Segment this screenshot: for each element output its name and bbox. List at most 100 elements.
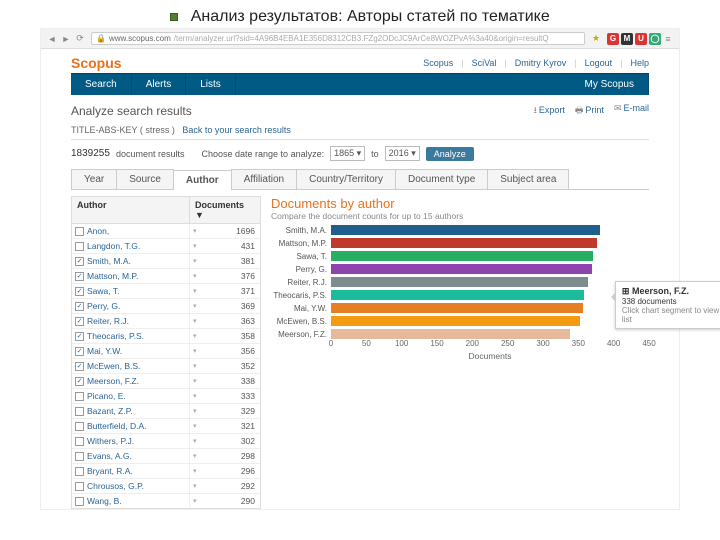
author-name[interactable]: Langdon, T.G. bbox=[87, 241, 140, 251]
author-name[interactable]: Mai, Y.W. bbox=[87, 346, 122, 356]
table-row[interactable]: Anon,▾1696 bbox=[72, 224, 260, 239]
chevron-down-icon[interactable]: ▾ bbox=[193, 317, 197, 325]
bar-segment[interactable] bbox=[331, 251, 649, 261]
nav-fwd-icon[interactable]: ► bbox=[59, 32, 73, 46]
checkbox-icon[interactable]: ✓ bbox=[75, 287, 84, 296]
nav-back-icon[interactable]: ◄ bbox=[45, 32, 59, 46]
checkbox-icon[interactable]: ✓ bbox=[75, 347, 84, 356]
checkbox-icon[interactable] bbox=[75, 452, 84, 461]
table-row[interactable]: ✓Meerson, F.Z.▾338 bbox=[72, 374, 260, 389]
ext-g-icon[interactable]: G bbox=[607, 33, 619, 45]
tab-country-territory[interactable]: Country/Territory bbox=[296, 169, 396, 189]
tab-year[interactable]: Year bbox=[71, 169, 117, 189]
top-link[interactable]: Dmitry Kyrov bbox=[515, 58, 567, 68]
tab-document-type[interactable]: Document type bbox=[395, 169, 488, 189]
tab-subject-area[interactable]: Subject area bbox=[487, 169, 569, 189]
chevron-down-icon[interactable]: ▾ bbox=[193, 227, 197, 235]
nav-my-scopus[interactable]: My Scopus bbox=[571, 74, 649, 95]
table-row[interactable]: Langdon, T.G.▾431 bbox=[72, 239, 260, 254]
checkbox-icon[interactable]: ✓ bbox=[75, 272, 84, 281]
bar-segment[interactable] bbox=[331, 238, 649, 248]
checkbox-icon[interactable] bbox=[75, 422, 84, 431]
table-row[interactable]: Bryant, R.A.▾296 bbox=[72, 464, 260, 479]
nav-item[interactable]: Search bbox=[71, 74, 132, 95]
reload-icon[interactable]: ⟳ bbox=[73, 32, 87, 46]
action-print[interactable]: 🖶Print bbox=[575, 103, 604, 119]
author-name[interactable]: Evans, A.G. bbox=[87, 451, 132, 461]
table-row[interactable]: Butterfield, D.A.▾321 bbox=[72, 419, 260, 434]
ext-u-icon[interactable]: U bbox=[635, 33, 647, 45]
author-name[interactable]: Bryant, R.A. bbox=[87, 466, 133, 476]
bar-segment[interactable] bbox=[331, 290, 649, 300]
table-row[interactable]: ✓McEwen, B.S.▾352 bbox=[72, 359, 260, 374]
brand-logo[interactable]: Scopus bbox=[71, 55, 122, 71]
chevron-down-icon[interactable]: ▾ bbox=[193, 482, 197, 490]
checkbox-icon[interactable] bbox=[75, 392, 84, 401]
chevron-down-icon[interactable]: ▾ bbox=[193, 287, 197, 295]
author-name[interactable]: Bazant, Z.P. bbox=[87, 406, 133, 416]
checkbox-icon[interactable]: ✓ bbox=[75, 362, 84, 371]
bar-segment[interactable] bbox=[331, 316, 649, 326]
author-name[interactable]: Sawa, T. bbox=[87, 286, 119, 296]
checkbox-icon[interactable] bbox=[75, 227, 84, 236]
action-export[interactable]: ⭳Export bbox=[534, 103, 565, 119]
menu-icon[interactable]: ≡ bbox=[661, 32, 675, 46]
bar-segment[interactable] bbox=[331, 303, 649, 313]
ext-m-icon[interactable]: M bbox=[621, 33, 633, 45]
author-name[interactable]: Reiter, R.J. bbox=[87, 316, 129, 326]
author-name[interactable]: Wang, B. bbox=[87, 496, 122, 506]
checkbox-icon[interactable]: ✓ bbox=[75, 257, 84, 266]
chevron-down-icon[interactable]: ▾ bbox=[193, 437, 197, 445]
ext-o-icon[interactable]: ◯ bbox=[649, 33, 661, 45]
checkbox-icon[interactable] bbox=[75, 482, 84, 491]
author-name[interactable]: Mattson, M.P. bbox=[87, 271, 138, 281]
author-name[interactable]: Theocaris, P.S. bbox=[87, 331, 144, 341]
checkbox-icon[interactable] bbox=[75, 407, 84, 416]
bar-segment[interactable] bbox=[331, 225, 649, 235]
bar-segment[interactable] bbox=[331, 264, 649, 274]
chevron-down-icon[interactable]: ▾ bbox=[193, 362, 197, 370]
table-row[interactable]: Chrousos, G.P.▾292 bbox=[72, 479, 260, 494]
chevron-down-icon[interactable]: ▾ bbox=[193, 272, 197, 280]
top-link[interactable]: Logout bbox=[585, 58, 613, 68]
top-link[interactable]: Scopus bbox=[423, 58, 453, 68]
chevron-down-icon[interactable]: ▾ bbox=[193, 302, 197, 310]
checkbox-icon[interactable] bbox=[75, 467, 84, 476]
bookmark-icon[interactable]: ★ bbox=[589, 32, 603, 46]
bar-segment[interactable] bbox=[331, 329, 649, 339]
table-row[interactable]: ✓Mai, Y.W.▾356 bbox=[72, 344, 260, 359]
year-to-select[interactable]: 2016 ▾ bbox=[385, 146, 420, 161]
col-documents[interactable]: Documents ▼ bbox=[190, 197, 260, 223]
table-row[interactable]: Bazant, Z.P.▾329 bbox=[72, 404, 260, 419]
tab-author[interactable]: Author bbox=[173, 170, 232, 190]
col-author[interactable]: Author bbox=[72, 197, 190, 223]
author-name[interactable]: Withers, P.J. bbox=[87, 436, 134, 446]
checkbox-icon[interactable]: ✓ bbox=[75, 377, 84, 386]
table-row[interactable]: Evans, A.G.▾298 bbox=[72, 449, 260, 464]
nav-item[interactable]: Alerts bbox=[132, 74, 187, 95]
chevron-down-icon[interactable]: ▾ bbox=[193, 377, 197, 385]
analyze-button[interactable]: Analyze bbox=[426, 147, 474, 161]
chevron-down-icon[interactable]: ▾ bbox=[193, 257, 197, 265]
table-row[interactable]: Withers, P.J.▾302 bbox=[72, 434, 260, 449]
checkbox-icon[interactable]: ✓ bbox=[75, 332, 84, 341]
action-e-mail[interactable]: ✉E-mail bbox=[614, 103, 649, 119]
chevron-down-icon[interactable]: ▾ bbox=[193, 467, 197, 475]
table-row[interactable]: ✓Sawa, T.▾371 bbox=[72, 284, 260, 299]
checkbox-icon[interactable] bbox=[75, 497, 84, 506]
back-link[interactable]: Back to your search results bbox=[182, 125, 291, 135]
chevron-down-icon[interactable]: ▾ bbox=[193, 332, 197, 340]
author-name[interactable]: Meerson, F.Z. bbox=[87, 376, 139, 386]
chevron-down-icon[interactable]: ▾ bbox=[193, 407, 197, 415]
author-name[interactable]: Perry, G. bbox=[87, 301, 120, 311]
tab-source[interactable]: Source bbox=[116, 169, 174, 189]
author-name[interactable]: Picano, E. bbox=[87, 391, 126, 401]
chevron-down-icon[interactable]: ▾ bbox=[193, 347, 197, 355]
table-row[interactable]: ✓Smith, M.A.▾381 bbox=[72, 254, 260, 269]
nav-item[interactable]: Lists bbox=[186, 74, 236, 95]
author-name[interactable]: Butterfield, D.A. bbox=[87, 421, 147, 431]
checkbox-icon[interactable] bbox=[75, 242, 84, 251]
chevron-down-icon[interactable]: ▾ bbox=[193, 497, 197, 505]
chevron-down-icon[interactable]: ▾ bbox=[193, 392, 197, 400]
url-bar[interactable]: 🔒 www.scopus.com /term/analyzer.url?sid=… bbox=[91, 32, 585, 45]
